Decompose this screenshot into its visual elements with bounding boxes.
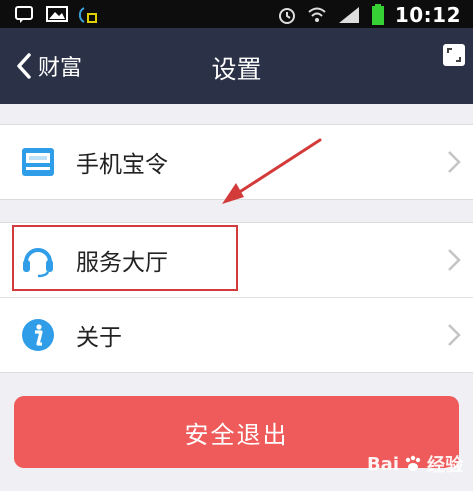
menu-item-token[interactable]: 手机宝令 (0, 125, 473, 199)
watermark-brand: Bai (366, 453, 399, 475)
download-icon (78, 7, 97, 23)
status-left-icons (14, 4, 100, 26)
signal-icon (338, 7, 359, 23)
status-time: 10:12 (394, 3, 461, 27)
wifi-icon (308, 7, 326, 22)
paw-icon (405, 455, 421, 471)
chevron-right-icon (448, 151, 461, 173)
chevron-right-icon (448, 249, 461, 271)
info-icon (22, 319, 54, 351)
expand-icon (443, 44, 465, 66)
annotation-highlight-box (12, 225, 238, 291)
chevron-right-icon (448, 324, 461, 346)
alarm-icon (278, 8, 295, 24)
menu-item-label: 手机宝令 (76, 152, 168, 178)
status-bar: 10:12 (0, 0, 473, 28)
watermark-suffix: 经验 (427, 455, 463, 476)
menu-item-about[interactable]: 关于 (0, 297, 473, 372)
gallery-icon (46, 6, 68, 22)
status-right-icons: 10:12 (277, 3, 461, 27)
menu-group-token: 手机宝令 (0, 124, 473, 200)
nav-bar: 财富 设置 (0, 28, 473, 104)
menu-item-label: 关于 (76, 325, 122, 351)
page-title: 设置 (211, 55, 262, 84)
token-device-icon (22, 148, 54, 176)
watermark: Bai 经验 (367, 451, 463, 477)
message-icon (15, 6, 33, 23)
battery-icon (371, 4, 384, 25)
